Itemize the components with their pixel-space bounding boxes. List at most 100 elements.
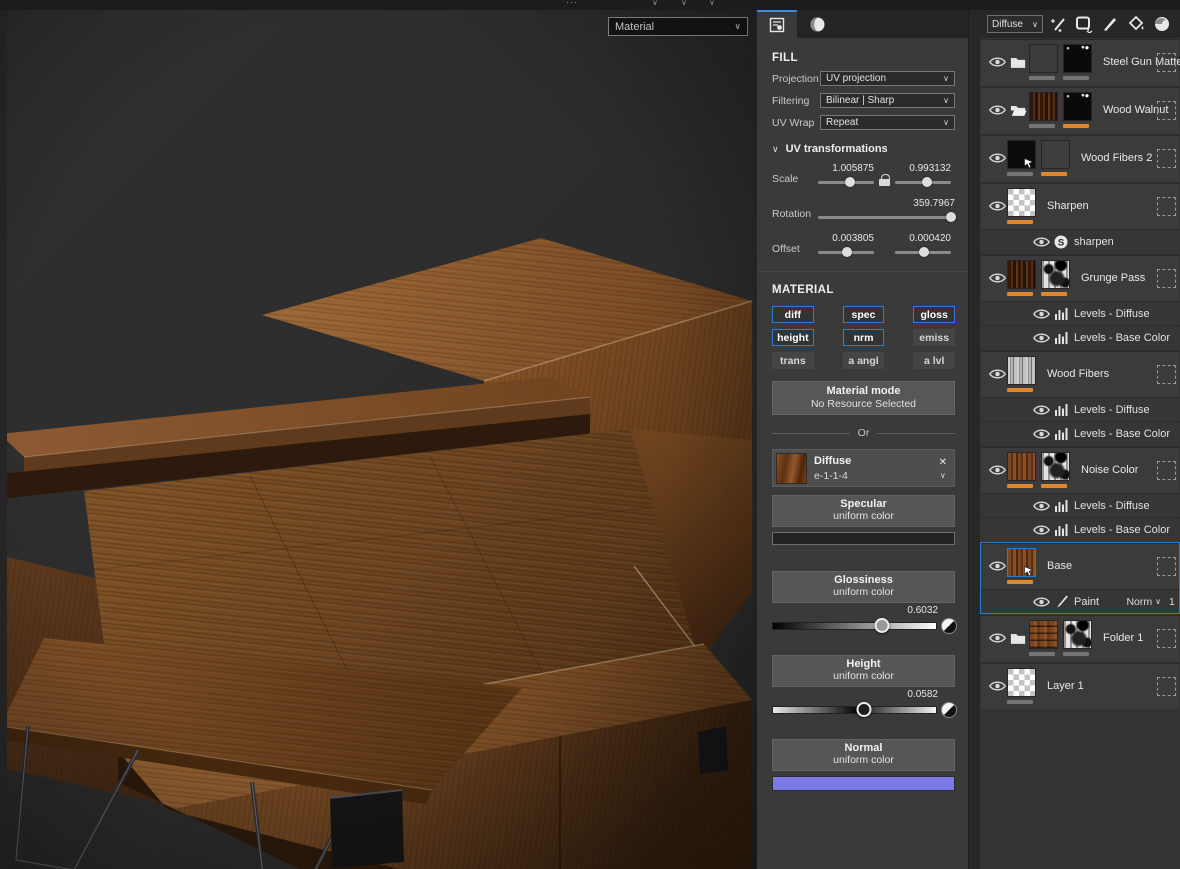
diffuse-thumbnail[interactable]	[776, 453, 807, 484]
material-channel-height[interactable]: height	[772, 329, 814, 346]
mask-slot[interactable]	[1157, 557, 1176, 576]
eye-visibility-icon[interactable]	[987, 560, 1007, 572]
mask-slot[interactable]	[1157, 197, 1176, 216]
layer-row[interactable]: Sharpen	[981, 183, 1179, 229]
glossiness-value[interactable]: 0.6032	[772, 605, 955, 616]
layer-sublayer-row[interactable]: Ssharpen	[981, 229, 1179, 253]
glossiness-button[interactable]: Glossiness uniform color	[772, 571, 955, 603]
layer-row[interactable]: Folder 1	[981, 615, 1179, 661]
scale-x-value[interactable]: 1.005875	[818, 163, 874, 174]
eye-visibility-icon[interactable]	[987, 464, 1007, 476]
folder-closed-icon[interactable]	[1007, 632, 1029, 645]
eye-visibility-icon[interactable]	[1031, 500, 1051, 512]
height-slider[interactable]	[772, 701, 955, 719]
layer-sublayer-row[interactable]: Levels - Diffuse	[981, 397, 1179, 421]
lock-icon[interactable]	[879, 174, 890, 186]
specular-color-swatch[interactable]	[772, 532, 955, 545]
eye-visibility-icon[interactable]	[987, 200, 1007, 212]
mask-slot[interactable]	[1157, 677, 1176, 696]
layer-thumbnail[interactable]	[1041, 140, 1070, 169]
mask-slot[interactable]	[1157, 269, 1176, 288]
eye-visibility-icon[interactable]	[1031, 428, 1051, 440]
layer-thumbnail[interactable]	[1007, 260, 1036, 289]
layer-sublayer-row[interactable]: Levels - Base Color	[981, 517, 1179, 541]
layer-row[interactable]: Steel Gun Matte	[981, 39, 1179, 85]
layer-thumbnail[interactable]	[1029, 92, 1058, 121]
mask-slot[interactable]	[1157, 365, 1176, 384]
mask-slot[interactable]	[1157, 101, 1176, 120]
layer-sublayer-row[interactable]: Levels - Diffuse	[981, 493, 1179, 517]
opacity-value[interactable]: 1	[1169, 596, 1179, 608]
material-channel-gloss[interactable]: gloss	[913, 306, 955, 323]
mask-slot[interactable]	[1157, 53, 1176, 72]
folder-open-icon[interactable]	[1007, 104, 1029, 117]
color-picker-icon[interactable]	[941, 702, 957, 718]
height-value[interactable]: 0.0582	[772, 689, 955, 700]
layer-thumbnail[interactable]	[1007, 140, 1036, 169]
transform-select-icon[interactable]	[1075, 15, 1093, 33]
material-channel-a-lvl[interactable]: a lvl	[913, 352, 955, 369]
folder-closed-icon[interactable]	[1007, 56, 1029, 69]
layer-thumbnail[interactable]	[1007, 188, 1036, 217]
blend-mode-select[interactable]: Norm∨	[1126, 596, 1161, 608]
rotation-value[interactable]: 359.7967	[818, 198, 955, 209]
mask-slot[interactable]	[1157, 149, 1176, 168]
uv-transformations-header[interactable]: ∨ UV transformations	[772, 143, 955, 155]
height-button[interactable]: Height uniform color	[772, 655, 955, 687]
chevron-down-icon[interactable]: ∨	[940, 471, 946, 480]
layer-row[interactable]: Noise Color	[981, 447, 1179, 493]
glossiness-slider[interactable]	[772, 617, 955, 635]
layer-sublayer-row[interactable]: Levels - Base Color	[981, 325, 1179, 349]
tab-layer-properties[interactable]	[757, 10, 797, 38]
layer-row[interactable]: Wood Fibers 2	[981, 135, 1179, 181]
material-channel-a-angl[interactable]: a angl	[843, 352, 885, 369]
layer-row[interactable]: Layer 1	[981, 663, 1179, 709]
brush-icon[interactable]	[1101, 15, 1119, 33]
material-channel-nrm[interactable]: nrm	[843, 329, 885, 346]
chevron-down-icon[interactable]: ∨	[652, 0, 658, 7]
layer-thumbnail[interactable]	[1007, 356, 1036, 385]
normal-button[interactable]: Normal uniform color	[772, 739, 955, 771]
overflow-menu-icon[interactable]: ···	[566, 0, 578, 7]
fill-bucket-icon[interactable]	[1127, 15, 1145, 33]
eye-visibility-icon[interactable]	[987, 632, 1007, 644]
smudge-icon[interactable]	[1153, 15, 1171, 33]
material-channel-spec[interactable]: spec	[843, 306, 885, 323]
eye-visibility-icon[interactable]	[987, 152, 1007, 164]
mask-slot[interactable]	[1157, 461, 1176, 480]
eye-visibility-icon[interactable]	[987, 368, 1007, 380]
layer-thumbnail[interactable]	[1029, 620, 1058, 649]
specular-button[interactable]: Specular uniform color	[772, 495, 955, 527]
layer-sublayer-row[interactable]: Levels - Diffuse	[981, 301, 1179, 325]
layer-thumbnail[interactable]	[1007, 452, 1036, 481]
rotation-slider[interactable]	[818, 211, 955, 223]
magic-wand-icon[interactable]	[1049, 15, 1067, 33]
eye-visibility-icon[interactable]	[1031, 332, 1051, 344]
material-channel-trans[interactable]: trans	[772, 352, 814, 369]
layer-thumbnail[interactable]	[1007, 668, 1036, 697]
eye-visibility-icon[interactable]	[1031, 308, 1051, 320]
layer-thumbnail[interactable]	[1041, 452, 1070, 481]
scale-x-slider[interactable]	[818, 176, 874, 188]
layer-row[interactable]: Wood Fibers	[981, 351, 1179, 397]
offset-y-value[interactable]: 0.000420	[895, 233, 951, 244]
eye-visibility-icon[interactable]	[987, 272, 1007, 284]
offset-y-slider[interactable]	[895, 246, 951, 258]
uvwrap-select[interactable]: Repeat ∨	[820, 115, 955, 130]
viewport-mode-select[interactable]: Material ∨	[608, 17, 748, 36]
layer-thumbnail[interactable]	[1029, 44, 1058, 73]
offset-x-slider[interactable]	[818, 246, 874, 258]
eye-visibility-icon[interactable]	[1031, 236, 1051, 248]
eye-visibility-icon[interactable]	[987, 680, 1007, 692]
normal-color-swatch[interactable]	[772, 776, 955, 791]
layer-thumbnail[interactable]	[1063, 620, 1092, 649]
eye-visibility-icon[interactable]	[1031, 524, 1051, 536]
offset-x-value[interactable]: 0.003805	[818, 233, 874, 244]
mask-slot[interactable]	[1157, 629, 1176, 648]
eye-visibility-icon[interactable]	[987, 104, 1007, 116]
filtering-select[interactable]: Bilinear | Sharp ∨	[820, 93, 955, 108]
layer-sublayer-row[interactable]: Levels - Base Color	[981, 421, 1179, 445]
channel-view-select[interactable]: Diffuse ∨	[987, 15, 1043, 33]
layer-thumbnail[interactable]	[1063, 92, 1092, 121]
eye-visibility-icon[interactable]	[1031, 596, 1051, 608]
